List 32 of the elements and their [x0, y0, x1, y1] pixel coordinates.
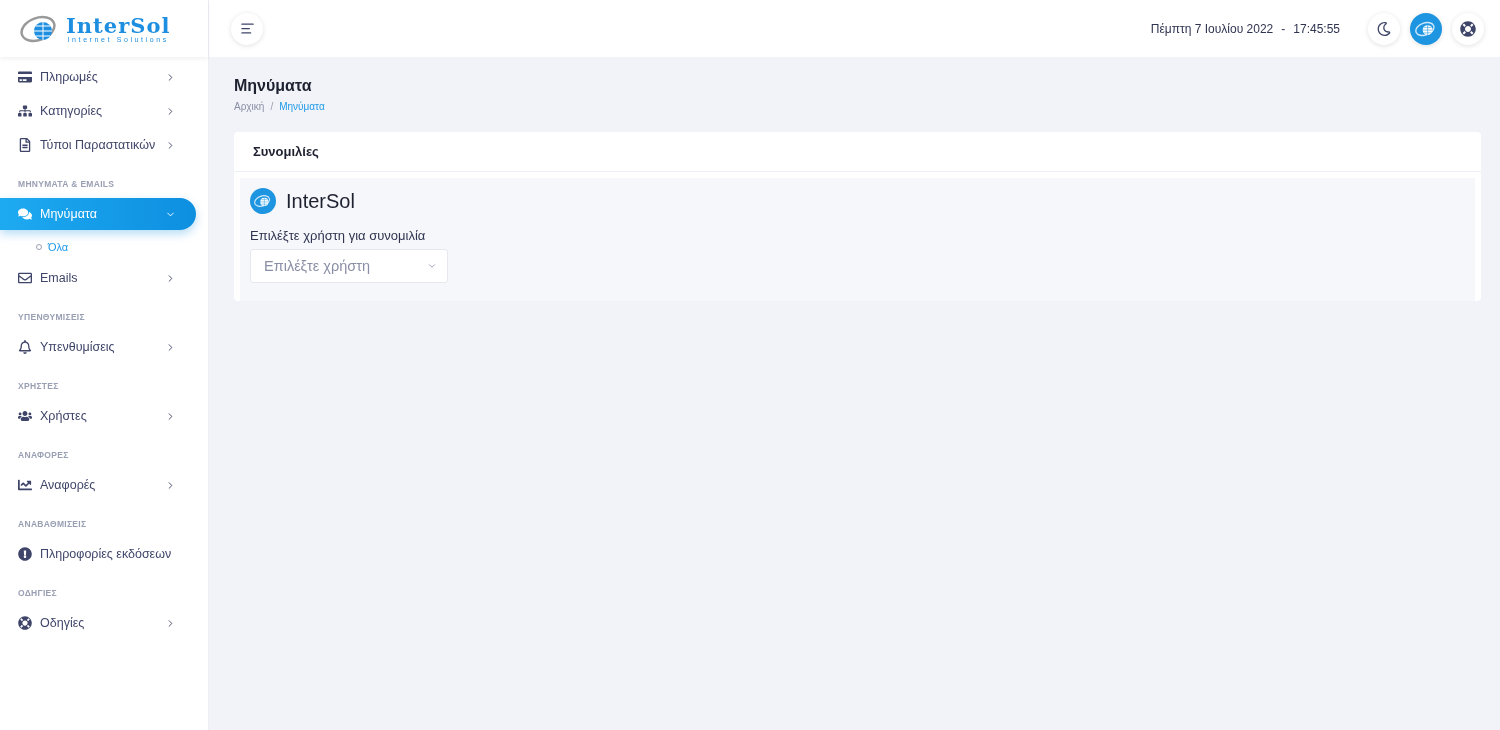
sidebar-item[interactable]: Χρήστες: [0, 400, 196, 432]
chevron-down-icon: [427, 261, 437, 271]
date-text: Πέμπτη 7 Ιουλίου 2022: [1150, 21, 1274, 36]
breadcrumb-separator: /: [270, 101, 274, 112]
chat-name: InterSol: [286, 189, 355, 213]
logo-name: InterSol: [66, 14, 171, 36]
sidebar-item[interactable]: Οδηγίες: [0, 607, 196, 639]
help-button[interactable]: [1452, 12, 1484, 45]
date-separator: -: [1281, 21, 1286, 36]
section-heading: ΑΝΑΦΟΡΕΣ: [17, 449, 70, 462]
life-ring-icon: [1460, 20, 1476, 37]
menu-button[interactable]: [231, 12, 263, 45]
moon-icon: [1377, 21, 1391, 36]
moon-button[interactable]: [1368, 12, 1400, 45]
sidebar-item[interactable]: Αναφορές: [0, 469, 196, 501]
section-heading: ΥΠΕΝΘΥΜΙΣΕΙΣ: [17, 311, 86, 324]
field-label: Επιλέξτε χρήστη για συνομιλία: [250, 228, 427, 243]
sidebar-item[interactable]: Πληροφορίες εκδόσεων: [0, 538, 196, 570]
menu-icon: [239, 21, 255, 36]
section-heading: ΑΝΑΒΑΘΜΙΣΕΙΣ: [17, 518, 88, 531]
card-title: Συνομιλίες: [234, 132, 1481, 172]
sidebar-item[interactable]: Τύποι Παραστατικών: [0, 129, 196, 161]
sidebar-item[interactable]: Υπενθυμίσεις: [0, 331, 196, 363]
time-text: 17:45:55: [1293, 21, 1340, 36]
sidebar-item[interactable]: Κατηγορίες: [0, 95, 196, 127]
globe-button[interactable]: [1410, 12, 1442, 45]
sidebar-item[interactable]: Emails: [0, 262, 196, 294]
sidebar-item[interactable]: Πληρωμές: [0, 61, 196, 93]
page-title: Μηνύματα: [234, 77, 313, 95]
section-heading: ΧΡΗΣΤΕΣ: [17, 380, 60, 393]
section-heading: ΟΔΗΓΙΕΣ: [17, 587, 58, 600]
section-heading: ΜΗΝΥΜΑΤΑ & EMAILS: [17, 178, 116, 191]
